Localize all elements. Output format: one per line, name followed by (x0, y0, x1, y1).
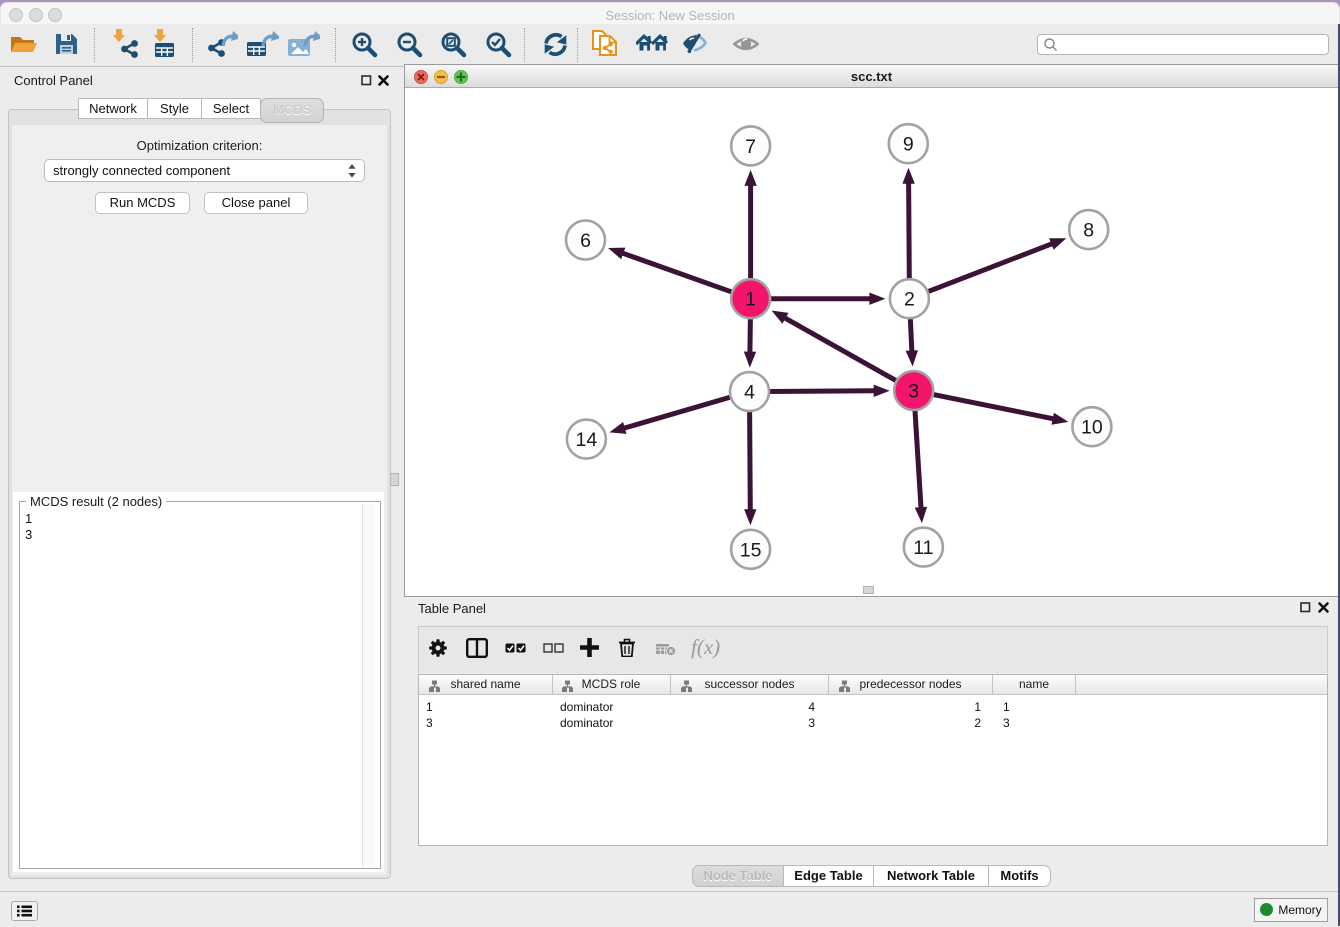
svg-text:10: 10 (1081, 417, 1103, 439)
svg-text:11: 11 (913, 537, 933, 559)
svg-text:7: 7 (745, 136, 756, 158)
svg-text:14: 14 (576, 429, 598, 451)
svg-text:1: 1 (745, 289, 756, 311)
svg-text:3: 3 (908, 381, 919, 403)
svg-text:6: 6 (580, 230, 591, 252)
svg-text:4: 4 (744, 382, 755, 404)
svg-text:9: 9 (903, 134, 914, 156)
svg-text:8: 8 (1083, 220, 1094, 242)
svg-text:2: 2 (904, 289, 915, 311)
svg-text:15: 15 (740, 539, 762, 561)
